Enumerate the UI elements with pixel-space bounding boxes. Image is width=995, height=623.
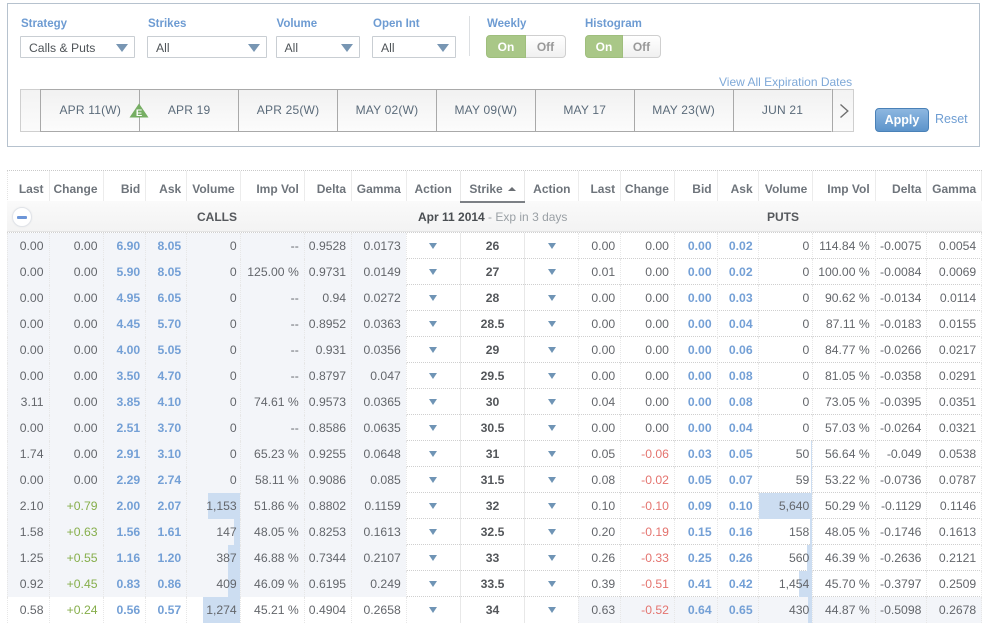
svg-text:E: E xyxy=(136,108,142,118)
